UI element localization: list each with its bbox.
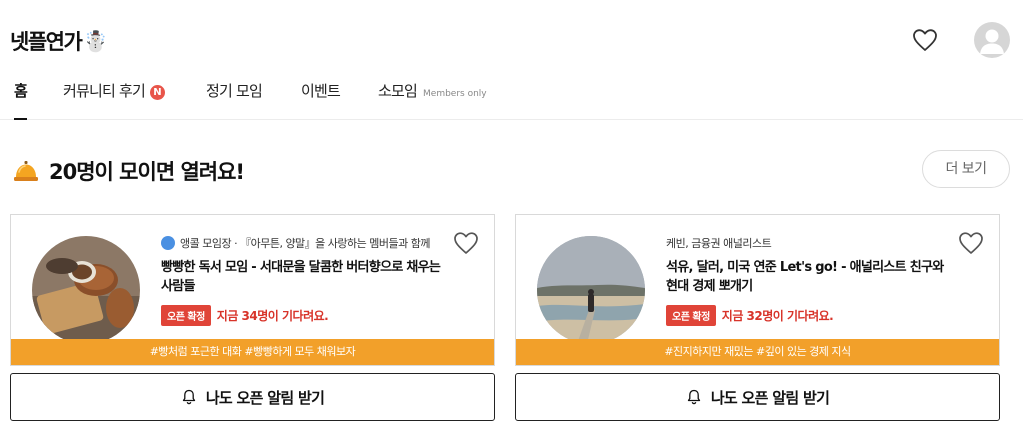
- logo-text: 넷플연가: [10, 30, 83, 54]
- waiting-count: 지금 34명이 기다려요.: [216, 309, 329, 323]
- heart-icon[interactable]: [958, 231, 984, 255]
- top-header: 넷플연가 ☃️: [0, 0, 1023, 70]
- snowman-icon: ☃️: [83, 29, 108, 53]
- meetup-status: 오픈 확정 지금 34명이 기다려요.: [161, 305, 329, 326]
- tab-events-label: 이벤트: [301, 82, 341, 100]
- host-info: 케빈, 금융권 애널리스트: [666, 235, 956, 251]
- meetup-title[interactable]: 석유, 달러, 미국 연준 Let's go! - 애널리스트 친구와 현대 경…: [666, 258, 956, 296]
- meetup-card-2[interactable]: 케빈, 금융권 애널리스트 석유, 달러, 미국 연준 Let's go! - …: [515, 214, 1000, 366]
- tab-small-groups-label: 소모임: [378, 82, 418, 100]
- user-avatar-icon: [980, 29, 1004, 54]
- new-badge: N: [149, 85, 165, 100]
- open-confirmed-badge: 오픈 확정: [666, 305, 716, 326]
- avatar[interactable]: [974, 22, 1010, 58]
- heart-icon[interactable]: [453, 231, 479, 255]
- service-bell-icon: [14, 161, 38, 181]
- heart-icon[interactable]: [912, 28, 938, 52]
- section-title-text: 20명이 모이면 열려요!: [49, 160, 245, 184]
- beach-person-image: [537, 236, 645, 344]
- host-info: 앵콜 모임장 · 『아무튼, 양말』을 사랑하는 멤버들과 함께: [161, 235, 451, 251]
- brand-logo[interactable]: 넷플연가 ☃️: [10, 26, 108, 56]
- meetup-thumbnail-1: [32, 236, 140, 344]
- bread-coffee-image: [32, 236, 140, 344]
- tab-small-groups[interactable]: 소모임 Members only: [378, 80, 487, 118]
- hashtag-bar: #빵처럼 포근한 대화 #빵빵하게 모두 채워보자: [11, 339, 494, 365]
- main-tabs: 홈 커뮤니티 후기 N 정기 모임 이벤트 소모임 Members only: [0, 70, 1023, 120]
- open-confirmed-badge: 오픈 확정: [161, 305, 211, 326]
- meetup-status: 오픈 확정 지금 32명이 기다려요.: [666, 305, 834, 326]
- notify-button-2[interactable]: 나도 오픈 알림 받기: [515, 373, 1000, 421]
- meetup-thumbnail-2: [537, 236, 645, 344]
- tab-regular-meetings-label: 정기 모임: [206, 82, 263, 100]
- tab-community-reviews-label: 커뮤니티 후기: [63, 82, 146, 100]
- notify-button-label: 나도 오픈 알림 받기: [710, 388, 830, 407]
- bell-icon: [182, 389, 195, 405]
- tab-home[interactable]: 홈: [14, 80, 28, 120]
- notify-button-1[interactable]: 나도 오픈 알림 받기: [10, 373, 495, 421]
- section-title: 20명이 모이면 열려요!: [13, 156, 245, 186]
- notify-button-label: 나도 오픈 알림 받기: [205, 388, 325, 407]
- tab-home-label: 홈: [14, 82, 28, 100]
- meetup-card-1[interactable]: 앵콜 모임장 · 『아무튼, 양말』을 사랑하는 멤버들과 함께 빵빵한 독서 …: [10, 214, 495, 366]
- tab-events[interactable]: 이벤트: [301, 80, 341, 118]
- host-text: 앵콜 모임장 · 『아무튼, 양말』을 사랑하는 멤버들과 함께: [180, 237, 431, 250]
- bell-icon: [687, 389, 700, 405]
- people-icon: [161, 236, 175, 250]
- hashtag-bar: #진지하지만 재밌는 #깊이 있는 경제 지식: [516, 339, 999, 365]
- waiting-count: 지금 32명이 기다려요.: [721, 309, 834, 323]
- tab-community-reviews[interactable]: 커뮤니티 후기 N: [63, 80, 165, 118]
- members-only-note: Members only: [423, 89, 487, 99]
- more-button[interactable]: 더 보기: [922, 150, 1010, 188]
- host-text: 케빈, 금융권 애널리스트: [666, 237, 772, 250]
- meetup-title[interactable]: 빵빵한 독서 모임 - 서대문을 달콤한 버터향으로 채우는 사람들: [161, 258, 451, 296]
- tab-regular-meetings[interactable]: 정기 모임: [206, 80, 263, 118]
